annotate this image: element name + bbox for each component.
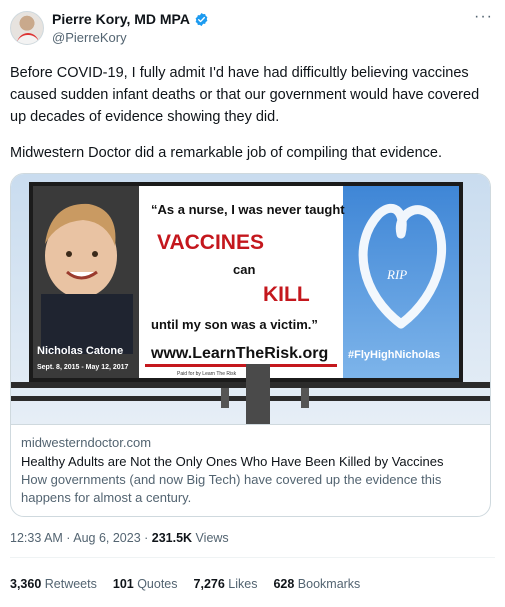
views-count: 231.5K — [151, 531, 193, 545]
verified-badge-icon — [195, 12, 208, 26]
billboard-child-name: Nicholas Catone — [37, 345, 123, 357]
views-label: Views — [192, 531, 229, 545]
likes-label: Likes — [224, 577, 258, 591]
tweet-text-paragraph-2: Midwestern Doctor did a remarkable job o… — [10, 145, 442, 161]
engagement-stats: 3,360 Retweets 101 Quotes 7,276 Likes 62… — [10, 577, 360, 591]
retweets-stat[interactable]: 3,360 Retweets — [10, 577, 97, 591]
bookmarks-label: Bookmarks — [294, 577, 361, 591]
quotes-label: Quotes — [133, 577, 178, 591]
tweet-timestamp[interactable]: 12:33 AM · Aug 6, 2023 · — [10, 531, 152, 545]
divider — [10, 557, 495, 558]
retweets-count: 3,360 — [10, 577, 42, 591]
author-handle[interactable]: @PierreKory — [52, 30, 127, 45]
avatar[interactable] — [10, 11, 44, 45]
retweets-label: Retweets — [41, 577, 97, 591]
tweet: Pierre Kory, MD MPA @PierreKory ··· Befo… — [0, 0, 505, 607]
tweet-text-paragraph-1: Before COVID-19, I fully admit I'd have … — [10, 65, 480, 125]
author-row: Pierre Kory, MD MPA — [52, 11, 209, 27]
likes-stat[interactable]: 7,276 Likes — [194, 577, 258, 591]
likes-count: 7,276 — [193, 577, 225, 591]
billboard-kill: KILL — [263, 283, 310, 306]
billboard-hashtag: #FlyHighNicholas — [348, 349, 440, 361]
author-name[interactable]: Pierre Kory, MD MPA — [52, 11, 190, 27]
billboard-can: can — [233, 262, 255, 277]
card-domain: midwesterndoctor.com — [21, 435, 152, 450]
billboard-vaccines: VACCINES — [157, 231, 264, 254]
more-options-icon[interactable]: ··· — [474, 8, 493, 26]
bookmarks-count: 628 — [273, 577, 295, 591]
billboard-rip: RIP — [386, 267, 407, 282]
link-card[interactable]: “As a nurse, I was never taught VACCINES… — [10, 173, 491, 517]
quotes-count: 101 — [112, 577, 134, 591]
bookmarks-stat[interactable]: 628 Bookmarks — [273, 577, 360, 591]
card-description: How governments (and now Big Tech) have … — [21, 472, 442, 505]
card-title: Healthy Adults are Not the Only Ones Who… — [21, 454, 444, 469]
billboard-quote-line4: until my son was a victim.” — [151, 317, 318, 332]
tweet-meta: 12:33 AM · Aug 6, 2023 · 231.5K Views — [10, 531, 229, 545]
billboard-paid-for: Paid for by Learn The Risk — [177, 371, 237, 377]
card-info[interactable]: midwesterndoctor.com Healthy Adults are … — [11, 424, 490, 507]
billboard-url: www.LearnTheRisk.org — [150, 345, 328, 362]
quotes-stat[interactable]: 101 Quotes — [113, 577, 178, 591]
billboard-quote-line1: “As a nurse, I was never taught — [151, 202, 345, 217]
billboard-child-dates: Sept. 8, 2015 - May 12, 2017 — [37, 364, 129, 371]
billboard-image: “As a nurse, I was never taught VACCINES… — [11, 174, 490, 424]
